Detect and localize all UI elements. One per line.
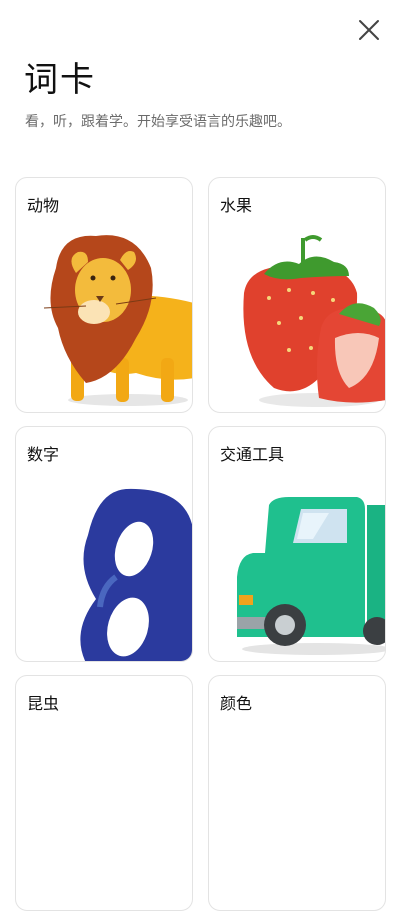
close-button[interactable]	[355, 16, 383, 44]
card-label: 数字	[27, 445, 60, 464]
card-label: 颜色	[220, 694, 253, 713]
card-numbers[interactable]: 数字	[15, 426, 193, 662]
card-animals[interactable]: 动物	[15, 177, 193, 413]
card-label: 交通工具	[220, 445, 285, 464]
card-insects[interactable]: 昆虫	[15, 675, 193, 911]
card-vehicles[interactable]: 交通工具	[208, 426, 386, 662]
page-title: 词卡	[24, 60, 96, 100]
close-icon	[359, 20, 379, 40]
card-colors[interactable]: 颜色	[208, 675, 386, 911]
card-label: 昆虫	[27, 694, 60, 713]
card-label: 动物	[27, 196, 60, 215]
card-label: 水果	[220, 196, 253, 215]
card-fruits[interactable]: 水果	[208, 177, 386, 413]
page-subtitle: 看，听，跟着学。开始享受语言的乐趣吧。	[25, 114, 291, 130]
